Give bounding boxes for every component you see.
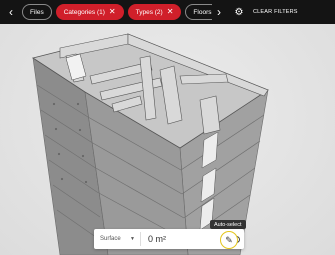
auto-select-button[interactable]: ✎	[220, 231, 238, 249]
clear-filters-button[interactable]: CLEAR FILTERS	[253, 9, 298, 15]
close-icon[interactable]: ✕	[109, 8, 116, 16]
filter-chip-row: Files Categories (1) ✕ Types (2) ✕ Floor…	[22, 4, 212, 20]
gear-icon[interactable]: ⚙	[232, 7, 246, 18]
building-model	[32, 33, 269, 255]
chip-types[interactable]: Types (2) ✕	[127, 4, 182, 20]
chip-categories[interactable]: Categories (1) ✕	[55, 4, 124, 20]
3d-viewport[interactable]	[0, 24, 335, 255]
scroll-right-icon[interactable]: ›	[212, 0, 226, 24]
scroll-left-icon[interactable]: ‹	[0, 0, 22, 24]
chip-label: Types (2)	[135, 8, 163, 16]
chip-label: Floors	[193, 8, 212, 16]
filter-toolbar: ‹ Files Categories (1) ✕ Types (2) ✕ Flo…	[0, 0, 335, 24]
measure-mode-select[interactable]: Surface ▼	[94, 232, 141, 246]
magic-wand-icon: ✎	[225, 234, 233, 245]
chip-files[interactable]: Files	[22, 4, 52, 20]
chip-label: Categories (1)	[63, 8, 105, 16]
chip-label: Files	[30, 8, 44, 16]
measure-mode-label: Surface	[100, 236, 121, 242]
chevron-down-icon: ▼	[130, 236, 135, 242]
chip-floors[interactable]: Floors	[185, 4, 212, 20]
close-icon[interactable]: ✕	[167, 8, 174, 16]
auto-select-tooltip: Auto-select	[210, 220, 246, 229]
